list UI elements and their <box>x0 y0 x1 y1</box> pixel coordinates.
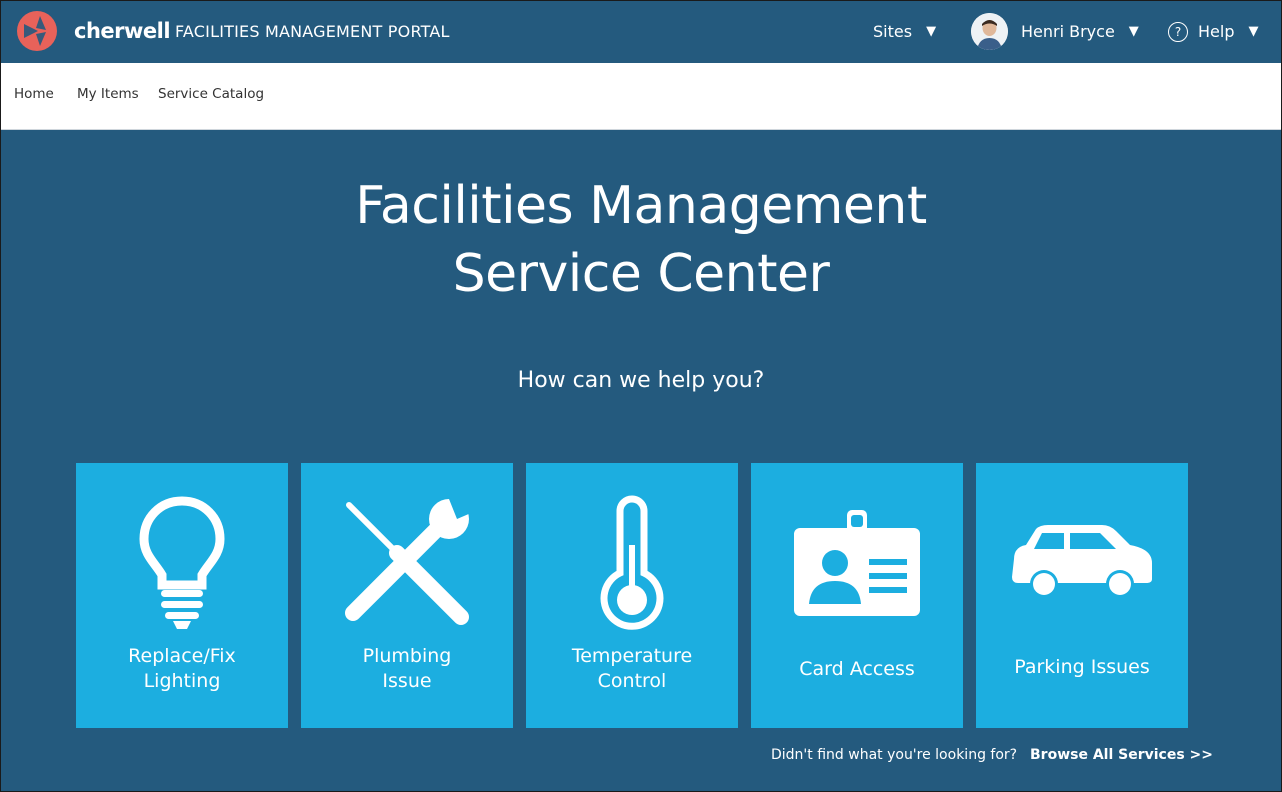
user-name: Henri Bryce <box>1021 22 1115 41</box>
help-dropdown[interactable]: ? Help ▼ <box>1168 0 1258 63</box>
tile-card-access[interactable]: Card Access <box>751 463 963 728</box>
tile-plumbing-issue[interactable]: Plumbing Issue <box>301 463 513 728</box>
chevron-down-icon: ▼ <box>926 24 937 39</box>
nav-service-catalog[interactable]: Service Catalog <box>158 86 264 102</box>
tile-label-line: Lighting <box>143 670 221 692</box>
chevron-down-icon: ▼ <box>1128 24 1139 39</box>
id-card-icon <box>794 510 920 616</box>
tile-label-line: Card Access <box>799 658 915 680</box>
car-icon <box>1012 525 1152 598</box>
nav-my-items[interactable]: My Items <box>77 86 139 102</box>
tile-parking-issues[interactable]: Parking Issues <box>976 463 1188 728</box>
chevron-down-icon: ▼ <box>1248 24 1259 39</box>
tile-label-line: Replace/Fix <box>128 645 236 667</box>
top-header: cherwell FACILITIES MANAGEMENT PORTAL Si… <box>0 0 1282 63</box>
cherwell-logo-icon[interactable] <box>16 10 58 52</box>
sites-dropdown[interactable]: Sites ▼ <box>873 0 936 63</box>
tile-label-line: Control <box>597 670 667 692</box>
tile-label: Card Access <box>751 657 963 682</box>
tile-label-line: Plumbing <box>362 645 452 667</box>
tile-temperature-control[interactable]: Temperature Control <box>526 463 738 728</box>
avatar <box>971 13 1008 50</box>
portal-title: FACILITIES MANAGEMENT PORTAL <box>175 22 450 41</box>
user-menu[interactable]: Henri Bryce ▼ <box>971 0 1139 63</box>
tile-label-line: Temperature <box>571 645 693 667</box>
tile-label-line: Parking Issues <box>1014 656 1150 678</box>
not-found-question: Didn't find what you're looking for? <box>771 747 1018 763</box>
help-label: Help <box>1198 22 1235 41</box>
tile-label: Parking Issues <box>976 655 1188 680</box>
page-title: Facilities Management Service Center <box>0 172 1282 308</box>
title-line-2: Service Center <box>452 244 830 304</box>
brand-name[interactable]: cherwell <box>74 19 171 43</box>
tile-replace-fix-lighting[interactable]: Replace/Fix Lighting <box>76 463 288 728</box>
nav-home[interactable]: Home <box>14 86 54 102</box>
user-photo-icon <box>971 13 1008 50</box>
page-subtitle: How can we help you? <box>517 368 765 393</box>
browse-all-services-link[interactable]: Browse All Services >> <box>1030 747 1213 763</box>
tile-label: Plumbing Issue <box>301 644 513 694</box>
title-line-1: Facilities Management <box>355 176 927 236</box>
tile-label: Temperature Control <box>526 644 738 694</box>
sites-label: Sites <box>873 22 913 41</box>
nav-bar: Home My Items Service Catalog <box>0 63 1282 130</box>
tile-label: Replace/Fix Lighting <box>76 644 288 694</box>
tile-label-line: Issue <box>382 670 432 692</box>
help-icon: ? <box>1168 21 1188 42</box>
